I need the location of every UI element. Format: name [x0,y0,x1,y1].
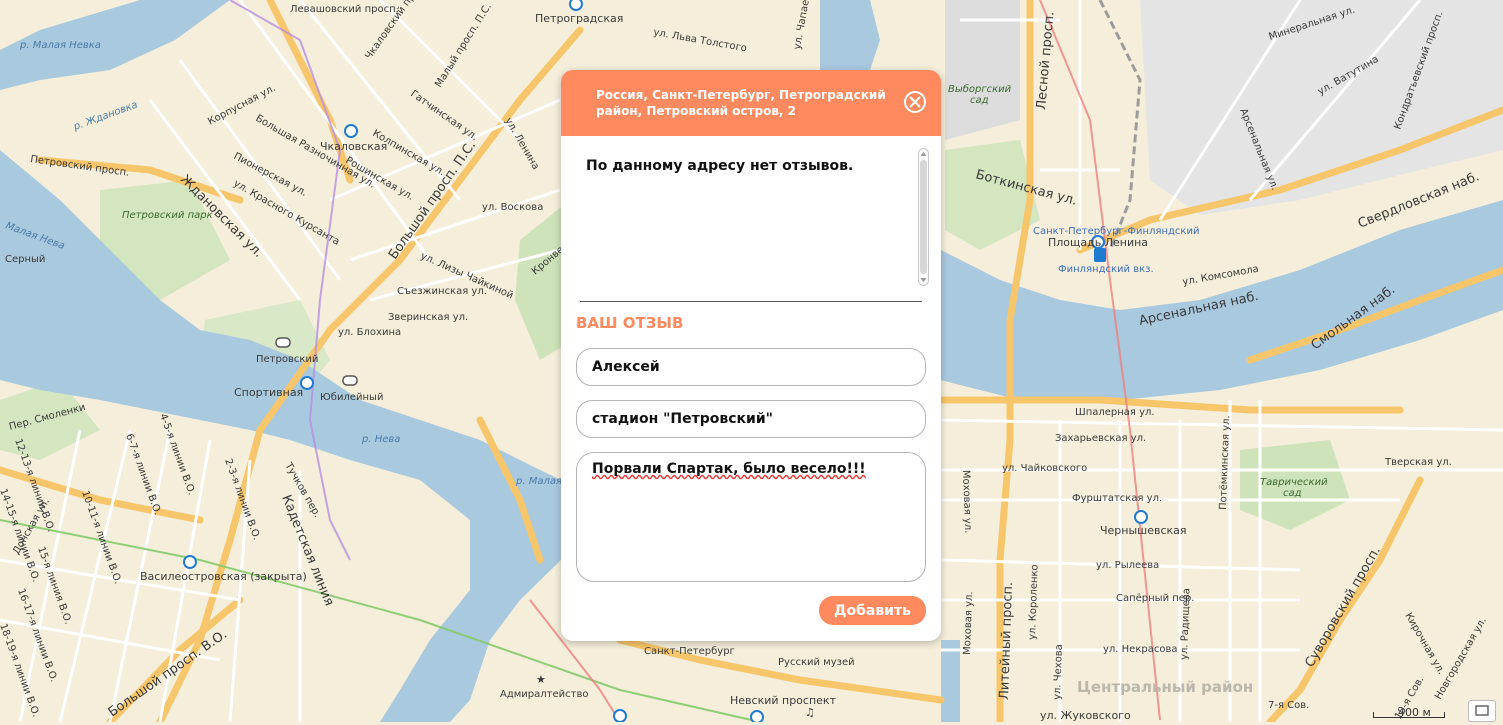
street-label: Зверинская ул. [388,312,468,323]
fullscreen-button[interactable] [1468,700,1496,722]
poi-label: Санкт-Петербург [644,646,735,657]
review-form-title: ВАШ ОТЗЫВ [576,314,684,332]
park-label: сад [970,95,989,106]
metro-label: Спортивная [234,386,303,399]
street-label: ул. Рылеева [1096,560,1159,571]
station-label: Финляндский вкз. [1058,264,1154,275]
close-icon [909,96,921,108]
water-label: р. Малая Невка [19,40,101,51]
review-popup: Россия, Санкт-Петербург, Петроградский р… [561,70,941,641]
poi-label: Петровский [256,354,318,365]
metro-icon [613,709,627,722]
street-label: Моховая ул. [960,470,973,534]
landmark-star-icon: ★ [536,673,546,686]
popup-address: Россия, Санкт-Петербург, Петроградский р… [596,88,886,118]
metro-label: Чкаловская [320,140,387,153]
scroll-up-icon[interactable] [920,150,927,158]
metro-icon [569,0,583,11]
street-label: ул. Жуковского [1040,709,1131,722]
street-label: Тверская ул. [1384,457,1452,468]
street-label: 7-я Сов. [1268,700,1309,711]
water-label: р. Малая [515,476,562,487]
metro-label: Площадь Ленина [1048,236,1148,249]
street-label: Фурштатская ул. [1072,493,1162,504]
review-textarea[interactable]: Порвали Спартак, было весело!!! [576,452,926,582]
close-button[interactable] [904,91,926,113]
metro-icon [344,124,358,138]
popup-header: Россия, Санкт-Петербург, Петроградский р… [561,70,941,136]
metro-icon [750,710,764,722]
reviews-list: По данному адресу нет отзывов. [581,148,917,288]
theatre-icon: ♫ [805,706,815,719]
park-label: Петровский парк [122,210,213,221]
park-label: Выборгский [948,83,1012,95]
metro-icon [1134,510,1148,524]
poi-label: Русский музей [778,657,855,668]
scroll-down-icon[interactable] [920,276,927,284]
water-label: р. Нева [361,434,400,445]
fullscreen-icon [1475,705,1489,716]
name-input[interactable] [576,348,926,386]
divider [580,301,922,302]
add-review-button[interactable]: Добавить [819,596,926,625]
scale-label: 400 м [1398,706,1431,719]
street-label: Моховая ул. [962,591,975,655]
scrollbar-thumb[interactable] [920,160,927,274]
street-label: ул. Блохина [338,327,401,338]
poi-label: Юбилейный [320,392,383,403]
district-label: Центральный район [1077,678,1253,696]
park-label: сад [1283,488,1302,499]
street-label: Съезжинская ул. [397,286,487,297]
metro-icon [183,555,197,569]
street-label: ул. Некрасова [1103,644,1178,655]
poi-label: Адмиралтейство [500,689,588,700]
metro-label: Петроградская [535,12,623,25]
metro-label: Невский проспект [730,694,837,707]
street-label: ул. Воскова [482,202,543,213]
stadium-icon [275,337,291,348]
no-reviews-message: По данному адресу нет отзывов. [586,158,854,174]
street-label: Серный [5,254,45,265]
metro-label: Василеостровская (закрыта) [140,570,307,583]
street-label: Захарьевская ул. [1055,433,1146,444]
stadium-icon [342,375,358,386]
street-label: Левашовский просп. [290,4,399,15]
metro-label: Чернышевская [1100,524,1187,537]
reviews-scrollbar[interactable] [918,148,929,286]
railway-station-icon [1094,248,1106,262]
station-label: Санкт-Петербург-Финляндский [1033,226,1199,237]
park-label: Таврический [1260,477,1328,488]
street-label: ул. Чайковского [1002,463,1087,474]
street-label: ул. Чехова [1052,644,1065,700]
place-input[interactable] [576,400,926,438]
street-label: Шпалерная ул. [1075,407,1155,418]
